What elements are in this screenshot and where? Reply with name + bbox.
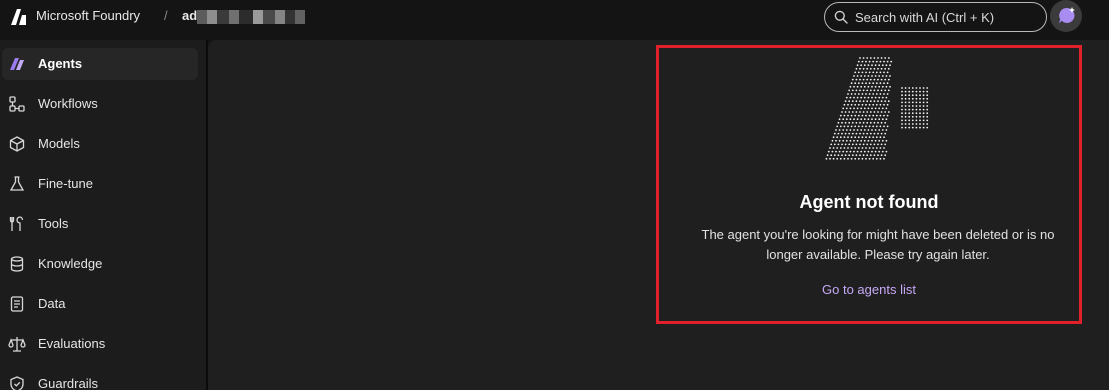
- redacted-project-name: [197, 10, 307, 24]
- tools-icon: [9, 216, 24, 231]
- database-icon: [10, 256, 24, 272]
- workflows-icon: [9, 96, 25, 112]
- scales-icon: [8, 337, 26, 352]
- search-placeholder: Search with AI (Ctrl + K): [855, 10, 995, 25]
- sidebar-item-workflows[interactable]: Workflows: [2, 88, 198, 120]
- sidebar-item-fine-tune[interactable]: Fine-tune: [2, 168, 198, 200]
- sidebar-item-label: Evaluations: [38, 336, 106, 351]
- sidebar-item-knowledge[interactable]: Knowledge: [2, 248, 198, 280]
- highlight-box: [656, 45, 1082, 324]
- shield-icon: [10, 376, 24, 390]
- search-box[interactable]: Search with AI (Ctrl + K): [824, 2, 1047, 32]
- sidebar-item-label: Knowledge: [38, 256, 103, 271]
- project-name[interactable]: ad: [182, 8, 197, 23]
- sidebar-item-guardrails[interactable]: Guardrails: [2, 368, 198, 390]
- foundry-logo-icon[interactable]: [8, 6, 28, 26]
- search-icon: [834, 10, 848, 24]
- sidebar-item-label: Agents: [38, 56, 83, 71]
- sidebar-item-label: Data: [38, 296, 66, 311]
- agents-icon: [10, 58, 24, 70]
- sidebar-item-evaluations[interactable]: Evaluations: [2, 328, 198, 360]
- breadcrumb-separator: /: [164, 8, 168, 23]
- copilot-chat-button[interactable]: [1050, 0, 1082, 32]
- document-icon: [10, 296, 24, 312]
- sidebar-item-label: Workflows: [38, 96, 98, 111]
- sidebar-item-label: Tools: [38, 216, 69, 231]
- sidebar-item-data[interactable]: Data: [2, 288, 198, 320]
- copilot-chat-icon: [1059, 7, 1075, 24]
- sidebar-item-label: Guardrails: [38, 376, 98, 390]
- sidebar: Agents Workflows Models Fine-tune Tools: [0, 40, 206, 390]
- sidebar-item-tools[interactable]: Tools: [2, 208, 198, 240]
- sidebar-item-agents[interactable]: Agents: [2, 48, 198, 80]
- sidebar-item-label: Models: [38, 136, 80, 151]
- sidebar-item-models[interactable]: Models: [2, 128, 198, 160]
- brand-name[interactable]: Microsoft Foundry: [36, 8, 140, 23]
- models-icon: [9, 136, 25, 152]
- flask-icon: [9, 176, 25, 191]
- sidebar-item-label: Fine-tune: [38, 176, 93, 191]
- top-bar: Microsoft Foundry / ad Search with AI (C…: [0, 0, 1109, 40]
